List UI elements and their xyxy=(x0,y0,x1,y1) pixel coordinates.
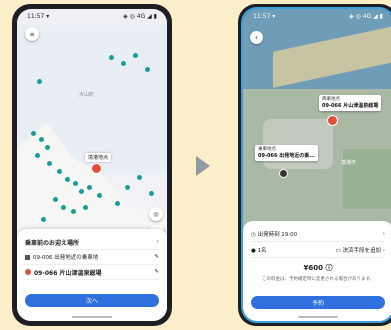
locate-icon[interactable]: ◎ xyxy=(149,207,163,221)
stop-marker[interactable] xyxy=(83,205,88,210)
origin-icon xyxy=(25,254,30,260)
stop-marker[interactable] xyxy=(53,197,58,202)
home-indicator xyxy=(298,316,338,318)
screen-booking-confirm: 境港市 11:57 ▾ ◈ ◎ 4G ◢ ▮ ‹ 降車地点 09-066 片山津… xyxy=(241,7,391,323)
departure-time-row[interactable]: ◷ 出発時刻 19:00 › xyxy=(251,226,385,242)
status-bar: 11:57 ▾ ◈ ◎ 4G ◢ ▮ xyxy=(17,9,167,23)
card-icon: ▭ xyxy=(335,247,343,254)
home-indicator xyxy=(72,316,112,318)
back-arrow-icon[interactable]: ‹ xyxy=(250,31,263,44)
chevron-right-icon: › xyxy=(156,239,159,245)
stop-marker[interactable] xyxy=(145,67,150,72)
sheet-title: 乗車前のお迎え場所 xyxy=(25,239,80,247)
stop-marker[interactable] xyxy=(87,185,92,190)
phone-after: 境港市 11:57 ▾ ◈ ◎ 4G ◢ ▮ ‹ 降車地点 09-066 片山津… xyxy=(238,4,391,326)
edit-pencil-icon[interactable]: ✎ xyxy=(154,254,159,260)
selected-point-label: 境港地点 xyxy=(85,153,112,162)
pickup-id: 09-066 出発地近の乗... xyxy=(258,152,315,159)
stop-marker[interactable] xyxy=(35,153,40,158)
stop-marker[interactable] xyxy=(149,191,154,196)
stop-marker[interactable] xyxy=(137,175,142,180)
status-time: 11:57 ▾ xyxy=(27,12,50,20)
forest-area xyxy=(343,149,391,209)
dropoff-id: 09-066 片山津温泉総場 xyxy=(322,102,379,109)
stop-marker[interactable] xyxy=(79,189,84,194)
stop-marker[interactable] xyxy=(121,61,126,66)
stop-marker[interactable] xyxy=(115,201,120,206)
stop-marker[interactable] xyxy=(65,177,70,182)
stop-marker[interactable] xyxy=(73,181,78,186)
status-time: 11:57 ▾ xyxy=(253,12,276,20)
stop-marker[interactable] xyxy=(109,55,114,60)
pickup-card: 乗車地点 09-066 出発地近の乗... xyxy=(255,145,318,162)
town-label: 境港市 xyxy=(341,160,357,166)
sheet-header[interactable]: 乗車前のお迎え場所 › xyxy=(25,235,159,250)
status-icons: ◈ ◎ 4G ◢ ▮ xyxy=(349,12,383,20)
stop-marker[interactable] xyxy=(41,217,46,222)
stop-marker[interactable] xyxy=(37,79,42,84)
passenger-count: 1名 xyxy=(257,247,267,254)
departure-time: 出発時刻 19:00 xyxy=(257,231,298,238)
destination-text: 09-066 片山津温泉総場 xyxy=(34,269,102,277)
stop-marker[interactable] xyxy=(71,209,76,214)
bottom-sheet: 乗車前のお迎え場所 › 09-006 出発地近の乗車地 ✎ 09-066 片山津… xyxy=(17,229,167,321)
pickup-pin-icon[interactable] xyxy=(279,169,288,178)
stop-marker[interactable] xyxy=(31,131,36,136)
location-pin-icon[interactable] xyxy=(91,163,102,174)
stop-marker[interactable] xyxy=(39,137,44,142)
stop-marker[interactable] xyxy=(45,145,50,150)
status-icons: ◈ ◎ 4G ◢ ▮ xyxy=(123,12,157,20)
dropoff-card: 降車地点 09-066 片山津温泉総場 xyxy=(319,95,382,112)
edit-pencil-icon[interactable]: ✎ xyxy=(154,269,159,275)
reserve-button[interactable]: 予約 xyxy=(251,296,385,309)
screen-map-select: 大山町 境港地点 ≡ ◎ 11:57 ▾ ◈ ◎ 4G ◢ ▮ 乗車前のお迎え場… xyxy=(17,9,167,321)
destination-row[interactable]: 09-066 片山津温泉総場 ✎ xyxy=(25,265,159,280)
dropoff-pin-icon[interactable] xyxy=(327,115,338,126)
options-row[interactable]: ● 1名 ▭ 決済手段を追加 › xyxy=(251,242,385,258)
next-button[interactable]: 次へ xyxy=(25,294,159,307)
stop-marker[interactable] xyxy=(125,185,130,190)
origin-row[interactable]: 09-006 出発地近の乗車地 ✎ xyxy=(25,250,159,265)
map-label: 大山町 xyxy=(79,92,95,98)
menu-icon[interactable]: ≡ xyxy=(25,27,39,41)
stop-marker[interactable] xyxy=(97,193,102,198)
arrow-right-icon xyxy=(196,156,210,176)
chevron-right-icon: › xyxy=(382,230,385,237)
fare-amount: ¥600 ⓘ xyxy=(303,264,333,272)
destination-icon xyxy=(25,269,31,275)
stop-marker[interactable] xyxy=(133,53,138,58)
urban-area xyxy=(263,119,333,169)
stop-marker[interactable] xyxy=(57,169,62,174)
origin-text: 09-006 出発地近の乗車地 xyxy=(33,255,99,261)
stop-marker[interactable] xyxy=(61,205,66,210)
payment-method: 決済手段を追加 xyxy=(342,247,382,254)
phone-before: 大山町 境港地点 ≡ ◎ 11:57 ▾ ◈ ◎ 4G ◢ ▮ 乗車前のお迎え場… xyxy=(12,4,172,326)
booking-sheet: ◷ 出発時刻 19:00 › ● 1名 ▭ 決済手段を追加 › ¥600 ⓘ こ… xyxy=(243,221,391,321)
fare-note: この料金は、予約確定時に変更される場合があります。 xyxy=(261,277,375,282)
stop-marker[interactable] xyxy=(47,161,52,166)
status-bar: 11:57 ▾ ◈ ◎ 4G ◢ ▮ xyxy=(243,9,391,23)
